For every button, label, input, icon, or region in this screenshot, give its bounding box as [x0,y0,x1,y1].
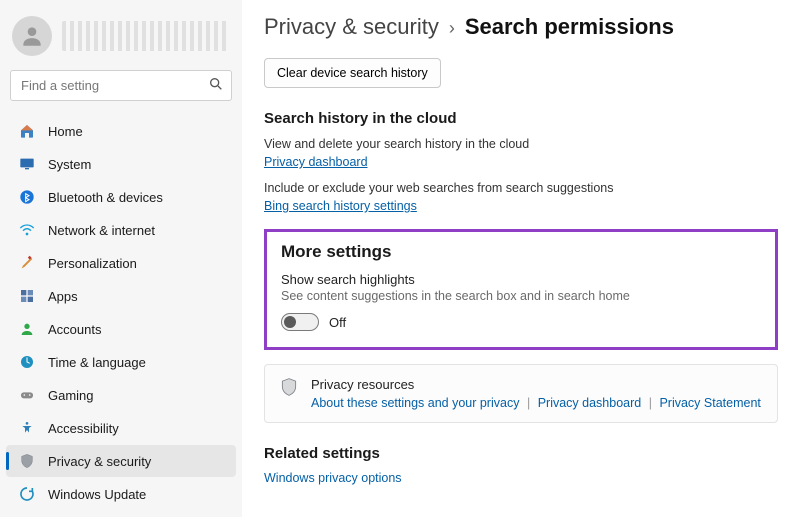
settings-sidebar: Home System Bluetooth & devices Network … [0,0,242,517]
privacy-statement-link[interactable]: Privacy Statement [659,396,760,410]
sidebar-item-system[interactable]: System [6,148,236,180]
windows-privacy-options-link[interactable]: Windows privacy options [264,471,402,485]
toggle-state-label: Off [329,315,346,330]
setting-description: See content suggestions in the search bo… [281,289,761,303]
user-account-row[interactable] [6,10,236,70]
user-name-redacted [62,21,230,51]
search-highlights-toggle[interactable] [281,313,319,331]
update-icon [18,485,36,503]
gamepad-icon [18,386,36,404]
sidebar-item-label: Windows Update [48,487,146,502]
sidebar-item-accessibility[interactable]: Accessibility [6,412,236,444]
avatar [12,16,52,56]
breadcrumb: Privacy & security › Search permissions [264,14,778,40]
link-separator: | [527,396,530,410]
paintbrush-icon [18,254,36,272]
sidebar-item-label: Time & language [48,355,146,370]
clock-globe-icon [18,353,36,371]
cloud-history-section: Search history in the cloud View and del… [264,110,778,213]
wifi-icon [18,221,36,239]
bluetooth-icon [18,188,36,206]
sidebar-item-label: Bluetooth & devices [48,190,163,205]
settings-nav: Home System Bluetooth & devices Network … [6,115,236,510]
sidebar-item-windows-update[interactable]: Windows Update [6,478,236,510]
sidebar-item-label: Network & internet [48,223,155,238]
shield-icon [18,452,36,470]
sidebar-item-label: Home [48,124,83,139]
sidebar-item-label: Apps [48,289,78,304]
section-title: More settings [281,242,761,262]
privacy-dashboard-link[interactable]: Privacy dashboard [538,396,642,410]
sidebar-item-accounts[interactable]: Accounts [6,313,236,345]
sidebar-item-label: Privacy & security [48,454,151,469]
sidebar-item-label: Accounts [48,322,101,337]
sidebar-item-time-language[interactable]: Time & language [6,346,236,378]
bing-history-settings-link[interactable]: Bing search history settings [264,199,417,213]
accounts-icon [18,320,36,338]
about-settings-privacy-link[interactable]: About these settings and your privacy [311,396,519,410]
sidebar-item-label: Personalization [48,256,137,271]
body-text: Include or exclude your web searches fro… [264,181,778,195]
person-icon [19,23,45,49]
page-title: Search permissions [465,14,674,40]
related-settings-section: Related settings Windows privacy options [264,445,778,485]
sidebar-item-label: Gaming [48,388,94,403]
privacy-resources-card: Privacy resources About these settings a… [264,364,778,423]
breadcrumb-parent[interactable]: Privacy & security [264,14,439,40]
sidebar-item-home[interactable]: Home [6,115,236,147]
link-separator: | [649,396,652,410]
sidebar-item-apps[interactable]: Apps [6,280,236,312]
body-text: View and delete your search history in t… [264,137,778,151]
search-icon [208,76,224,95]
shield-icon [279,377,299,400]
settings-search[interactable] [10,70,232,101]
main-content: Privacy & security › Search permissions … [242,0,800,517]
sidebar-item-privacy-security[interactable]: Privacy & security [6,445,236,477]
clear-history-button[interactable]: Clear device search history [264,58,441,88]
system-icon [18,155,36,173]
privacy-dashboard-link[interactable]: Privacy dashboard [264,155,368,169]
setting-label: Show search highlights [281,272,761,287]
more-settings-section: More settings Show search highlights See… [264,229,778,350]
apps-icon [18,287,36,305]
sidebar-item-personalization[interactable]: Personalization [6,247,236,279]
card-title: Privacy resources [311,377,761,392]
sidebar-item-network[interactable]: Network & internet [6,214,236,246]
home-icon [18,122,36,140]
sidebar-item-bluetooth[interactable]: Bluetooth & devices [6,181,236,213]
section-title: Search history in the cloud [264,110,778,127]
sidebar-item-label: Accessibility [48,421,119,436]
sidebar-item-label: System [48,157,91,172]
chevron-right-icon: › [449,18,455,39]
search-input[interactable] [10,70,232,101]
sidebar-item-gaming[interactable]: Gaming [6,379,236,411]
accessibility-icon [18,419,36,437]
section-title: Related settings [264,445,778,462]
